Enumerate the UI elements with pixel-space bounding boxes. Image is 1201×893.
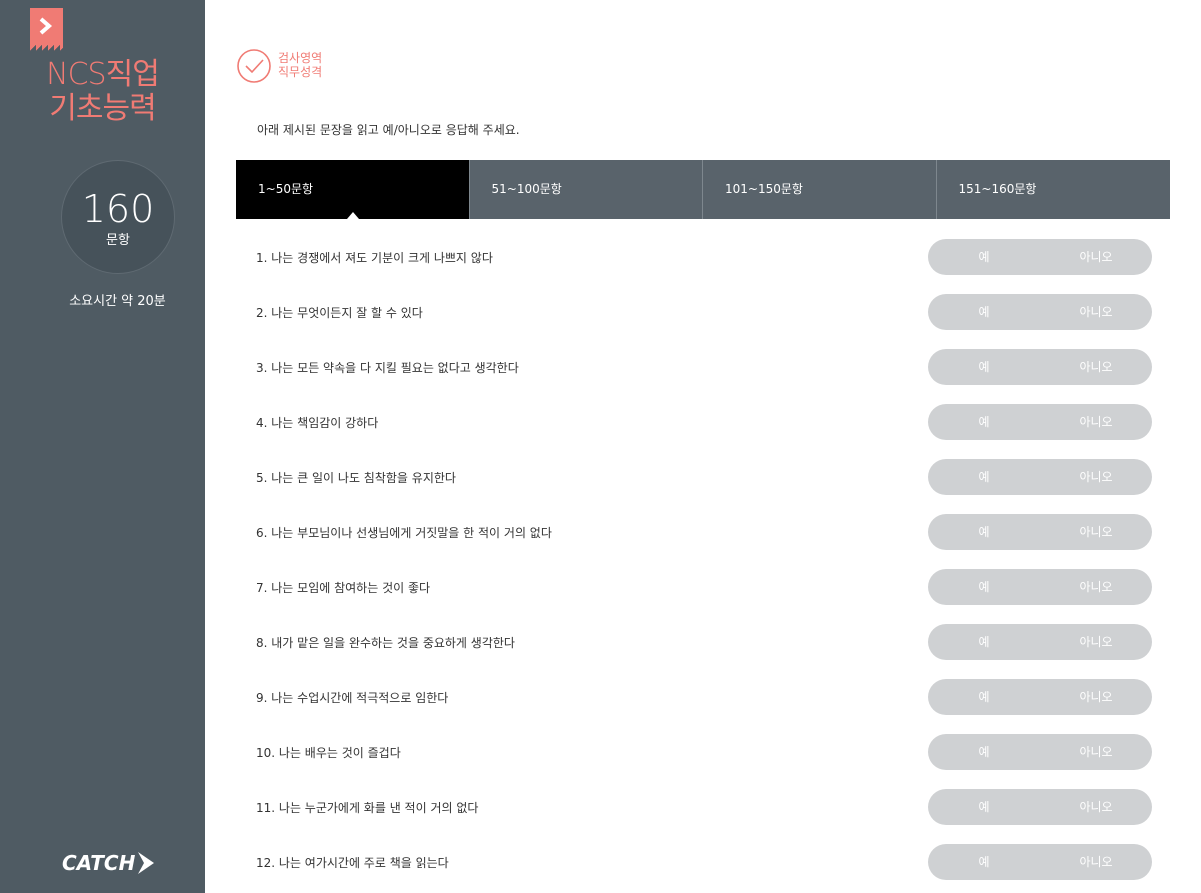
question-range-tabs: 1~50문항 51~100문항 101~150문항 151~160문항 [236,160,1170,219]
answer-toggle: 예 아니오 [928,349,1152,385]
question-text: 6. 나는 부모님이나 선생님에게 거짓말을 한 적이 거의 없다 [256,526,552,540]
tab-range-1[interactable]: 1~50문항 [236,160,470,219]
question-text: 12. 나는 여가시간에 주로 책을 읽는다 [256,856,449,870]
yes-button[interactable]: 예 [928,679,1040,715]
catch-logo: CATCH [62,851,154,875]
question-row: 5. 나는 큰 일이 나도 침착함을 유지한다 예 아니오 [236,439,1170,495]
question-row: 12. 나는 여가시간에 주로 책을 읽는다 예 아니오 [236,824,1170,880]
chevron-right-icon [39,17,53,35]
no-button[interactable]: 아니오 [1040,514,1152,550]
answer-toggle: 예 아니오 [928,239,1152,275]
question-count-circle: 160 문항 [61,160,175,274]
no-button[interactable]: 아니오 [1040,294,1152,330]
question-text: 8. 내가 맡은 일을 완수하는 것을 중요하게 생각한다 [256,636,515,650]
question-text: 5. 나는 큰 일이 나도 침착함을 유지한다 [256,471,456,485]
question-text: 9. 나는 수업시간에 적극적으로 임한다 [256,691,449,705]
question-row: 6. 나는 부모님이나 선생님에게 거짓말을 한 적이 거의 없다 예 아니오 [236,494,1170,550]
no-button[interactable]: 아니오 [1040,404,1152,440]
yes-button[interactable]: 예 [928,734,1040,770]
answer-toggle: 예 아니오 [928,844,1152,880]
tab-range-2[interactable]: 51~100문항 [470,160,703,219]
answer-toggle: 예 아니오 [928,789,1152,825]
sidebar-title-line2: 기초능력 [49,91,156,126]
answer-toggle: 예 아니오 [928,624,1152,660]
yes-button[interactable]: 예 [928,459,1040,495]
tab-range-4[interactable]: 151~160문항 [937,160,1171,219]
question-row: 11. 나는 누군가에게 화를 낸 적이 거의 없다 예 아니오 [236,769,1170,825]
catch-logo-arrow [138,852,154,874]
yes-button[interactable]: 예 [928,514,1040,550]
catch-logo-text: CATCH [62,851,136,875]
no-button[interactable]: 아니오 [1040,734,1152,770]
question-row: 4. 나는 책임감이 강하다 예 아니오 [236,384,1170,440]
question-row: 3. 나는 모든 약속을 다 지킬 필요는 없다고 생각한다 예 아니오 [236,329,1170,385]
yes-button[interactable]: 예 [928,294,1040,330]
no-button[interactable]: 아니오 [1040,349,1152,385]
no-button[interactable]: 아니오 [1040,789,1152,825]
tab-range-3[interactable]: 101~150문항 [703,160,937,219]
no-button[interactable]: 아니오 [1040,569,1152,605]
question-row: 2. 나는 무엇이든지 잘 할 수 있다 예 아니오 [236,274,1170,330]
answer-toggle: 예 아니오 [928,459,1152,495]
check-circle-icon [237,49,271,83]
main-content: 검사영역 직무성격 아래 제시된 문장을 읽고 예/아니오로 응답해 주세요. … [205,0,1201,893]
yes-button[interactable]: 예 [928,404,1040,440]
sidebar-title-line1: NCS직업 [46,57,160,92]
answer-toggle: 예 아니오 [928,679,1152,715]
yes-button[interactable]: 예 [928,789,1040,825]
section-subcategory: 직무성격 [278,65,323,79]
question-row: 1. 나는 경쟁에서 져도 기분이 크게 나쁘지 않다 예 아니오 [236,219,1170,275]
question-text: 7. 나는 모임에 참여하는 것이 좋다 [256,581,431,595]
yes-button[interactable]: 예 [928,239,1040,275]
answer-toggle: 예 아니오 [928,569,1152,605]
question-text: 3. 나는 모든 약속을 다 지킬 필요는 없다고 생각한다 [256,361,519,375]
answer-toggle: 예 아니오 [928,514,1152,550]
no-button[interactable]: 아니오 [1040,844,1152,880]
estimated-time: 소요시간 약 20분 [69,294,166,309]
answer-toggle: 예 아니오 [928,294,1152,330]
answer-toggle: 예 아니오 [928,734,1152,770]
yes-button[interactable]: 예 [928,624,1040,660]
yes-button[interactable]: 예 [928,349,1040,385]
sidebar: NCS직업 기초능력 160 문항 소요시간 약 20분 CATCH [0,0,205,893]
question-row: 8. 내가 맡은 일을 완수하는 것을 중요하게 생각한다 예 아니오 [236,604,1170,660]
no-button[interactable]: 아니오 [1040,239,1152,275]
sidebar-toggle-button[interactable] [30,8,63,51]
question-row: 9. 나는 수업시간에 적극적으로 임한다 예 아니오 [236,659,1170,715]
yes-button[interactable]: 예 [928,844,1040,880]
question-row: 10. 나는 배우는 것이 즐겁다 예 아니오 [236,714,1170,770]
no-button[interactable]: 아니오 [1040,624,1152,660]
question-row: 7. 나는 모임에 참여하는 것이 좋다 예 아니오 [236,549,1170,605]
no-button[interactable]: 아니오 [1040,679,1152,715]
question-text: 4. 나는 책임감이 강하다 [256,416,379,430]
instruction-text: 아래 제시된 문장을 읽고 예/아니오로 응답해 주세요. [257,123,520,137]
question-count: 160 [81,187,155,231]
yes-button[interactable]: 예 [928,569,1040,605]
no-button[interactable]: 아니오 [1040,459,1152,495]
question-text: 11. 나는 누군가에게 화를 낸 적이 거의 없다 [256,801,479,815]
question-text: 10. 나는 배우는 것이 즐겁다 [256,746,401,760]
sidebar-title: NCS직업 기초능력 [0,58,205,126]
question-count-unit: 문항 [106,233,130,248]
question-text: 1. 나는 경쟁에서 져도 기분이 크게 나쁘지 않다 [256,251,493,265]
answer-toggle: 예 아니오 [928,404,1152,440]
question-text: 2. 나는 무엇이든지 잘 할 수 있다 [256,306,423,320]
question-list: 1. 나는 경쟁에서 져도 기분이 크게 나쁘지 않다 예 아니오 2. 나는 무엇이… [236,219,1170,880]
